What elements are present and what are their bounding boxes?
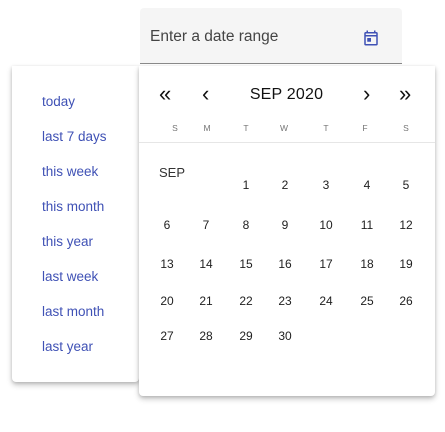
- day-cell[interactable]: 12: [392, 214, 420, 236]
- next-month-button[interactable]: ›: [363, 83, 370, 105]
- preset-last-month[interactable]: last month: [42, 304, 104, 319]
- preset-this-month[interactable]: this month: [42, 199, 104, 214]
- day-cell[interactable]: 21: [192, 290, 220, 312]
- next-year-button[interactable]: »: [399, 83, 411, 105]
- weekday-header: S M T W T F S: [139, 123, 435, 139]
- preset-last-year[interactable]: last year: [42, 339, 93, 354]
- day-cell[interactable]: 26: [392, 290, 420, 312]
- previous-year-button[interactable]: «: [159, 83, 171, 105]
- day-cell[interactable]: 10: [312, 214, 340, 236]
- month-label: SEP: [159, 165, 186, 180]
- calendar-panel: « ‹ SEP 2020 › » S M T W T F S SEP 1 2 3…: [139, 66, 435, 396]
- day-cell[interactable]: 28: [192, 325, 220, 347]
- period-label[interactable]: SEP 2020: [231, 86, 342, 104]
- day-cell[interactable]: 6: [153, 214, 181, 236]
- day-cell[interactable]: 16: [271, 253, 299, 275]
- day-cell[interactable]: 9: [271, 214, 299, 236]
- preset-last-week[interactable]: last week: [42, 269, 98, 284]
- previous-month-button[interactable]: ‹: [202, 83, 209, 105]
- weekday-label: S: [403, 123, 409, 133]
- day-cell[interactable]: 29: [232, 325, 260, 347]
- weekday-label: F: [362, 123, 368, 133]
- weekday-label: S: [172, 123, 178, 133]
- date-range-input[interactable]: [150, 27, 350, 47]
- day-cell[interactable]: 7: [192, 214, 220, 236]
- day-cell[interactable]: 8: [232, 214, 260, 236]
- weekday-label: T: [243, 123, 249, 133]
- day-cell[interactable]: 5: [392, 174, 420, 196]
- day-cell[interactable]: 15: [232, 253, 260, 275]
- day-cell[interactable]: 20: [153, 290, 181, 312]
- day-cell[interactable]: 19: [392, 253, 420, 275]
- day-cell[interactable]: 22: [232, 290, 260, 312]
- day-cell[interactable]: 23: [271, 290, 299, 312]
- day-cell[interactable]: 27: [153, 325, 181, 347]
- preset-last-7-days[interactable]: last 7 days: [42, 129, 107, 144]
- day-cell[interactable]: 11: [353, 214, 381, 236]
- calendar-icon[interactable]: [362, 29, 380, 47]
- day-cell[interactable]: 4: [353, 174, 381, 196]
- day-cell[interactable]: 14: [192, 253, 220, 275]
- day-cell[interactable]: 24: [312, 290, 340, 312]
- preset-today[interactable]: today: [42, 94, 75, 109]
- day-cell[interactable]: 30: [271, 325, 299, 347]
- day-cell[interactable]: 3: [312, 174, 340, 196]
- date-range-field[interactable]: [140, 8, 402, 64]
- weekday-label: M: [203, 123, 211, 133]
- preset-this-week[interactable]: this week: [42, 164, 98, 179]
- preset-ranges-panel: today last 7 days this week this month t…: [12, 66, 139, 382]
- day-cell[interactable]: 18: [353, 253, 381, 275]
- day-cell[interactable]: 17: [312, 253, 340, 275]
- weekday-divider: [139, 142, 435, 143]
- weekday-label: T: [323, 123, 329, 133]
- day-cell[interactable]: 1: [232, 174, 260, 196]
- day-cell[interactable]: 2: [271, 174, 299, 196]
- day-cell[interactable]: 25: [353, 290, 381, 312]
- weekday-label: W: [279, 123, 289, 133]
- preset-this-year[interactable]: this year: [42, 234, 93, 249]
- day-cell[interactable]: 13: [153, 253, 181, 275]
